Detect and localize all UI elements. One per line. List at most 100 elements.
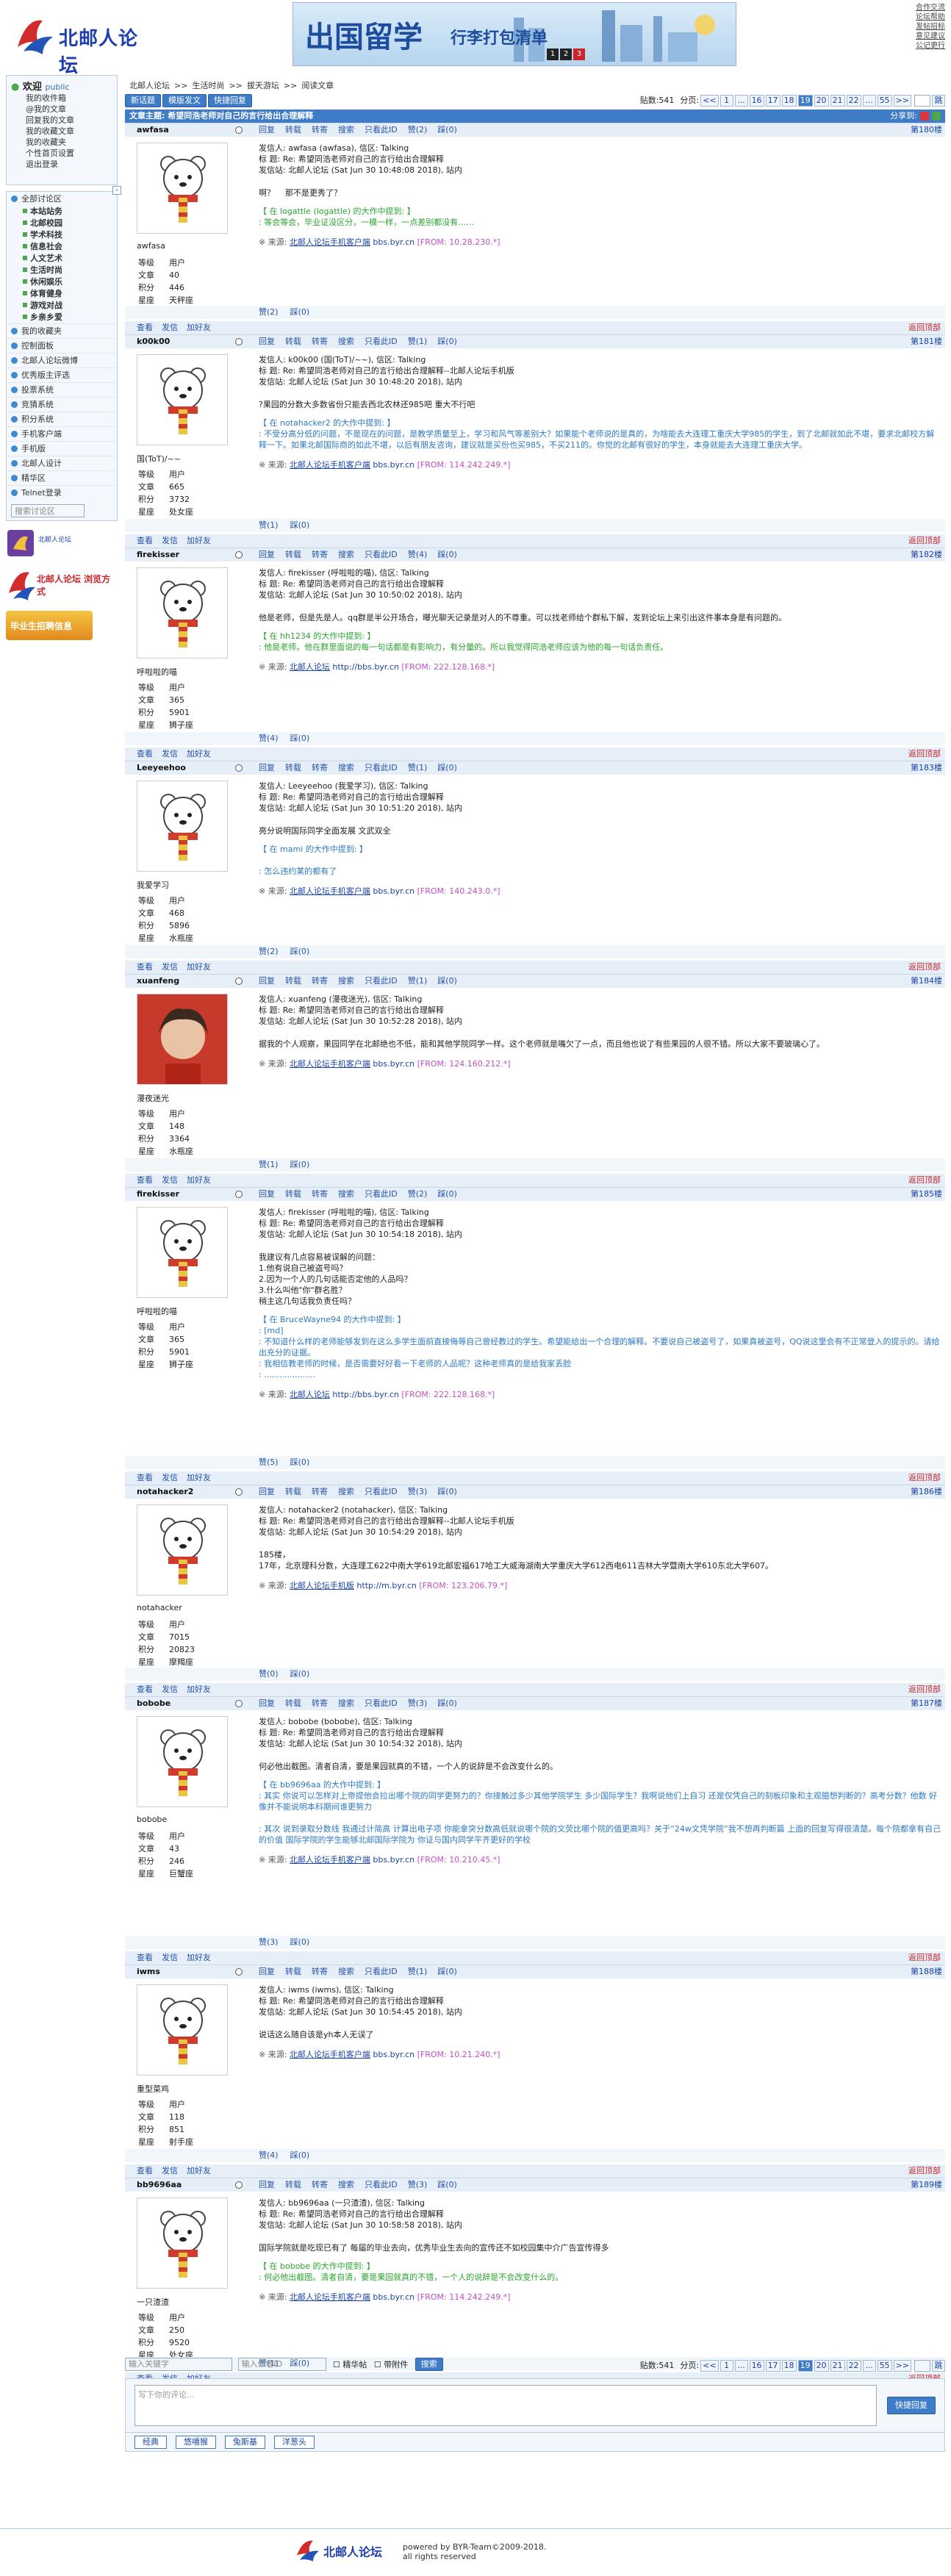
- source-app-link[interactable]: 北邮人论坛: [290, 662, 330, 672]
- board-section[interactable]: 本站站务: [7, 206, 117, 218]
- back-to-top-link[interactable]: 返回顶部: [908, 747, 941, 761]
- avatar[interactable]: [137, 994, 228, 1085]
- page-link[interactable]: 55: [877, 2360, 892, 2372]
- forward-mail-button[interactable]: 转寄: [312, 976, 328, 986]
- breadcrumb-item[interactable]: 北邮人论坛: [129, 81, 170, 90]
- board-section[interactable]: 信息社会: [7, 241, 117, 253]
- source-app-link[interactable]: 北邮人论坛: [290, 1390, 330, 1399]
- reply-button[interactable]: 回复: [259, 1487, 275, 1496]
- quick-reply-button[interactable]: 快捷回复: [208, 94, 252, 107]
- upvote-button[interactable]: 赞(2): [408, 1189, 428, 1199]
- avatar[interactable]: [137, 2198, 228, 2289]
- post-author[interactable]: xuanfeng: [137, 975, 179, 988]
- post-author[interactable]: k00k00: [137, 335, 170, 348]
- user-link[interactable]: @我的文章: [11, 104, 112, 115]
- forward-mail-button[interactable]: 转寄: [312, 1189, 328, 1199]
- forward-mail-button[interactable]: 转寄: [312, 1967, 328, 1976]
- upvote-button[interactable]: 赞(1): [408, 763, 428, 772]
- downvote-button[interactable]: 踩(0): [437, 1967, 457, 1976]
- add-friend-button[interactable]: 加好友: [187, 1953, 211, 1962]
- emoji-tab[interactable]: 洋葱头: [274, 2436, 315, 2449]
- downvote-footer-button[interactable]: 踩(0): [290, 1669, 310, 1679]
- search-author-button[interactable]: 搜索: [338, 125, 354, 134]
- downvote-button[interactable]: 踩(0): [437, 976, 457, 986]
- back-to-top-link[interactable]: 返回顶部: [908, 2164, 941, 2178]
- downvote-footer-button[interactable]: 踩(0): [290, 947, 310, 956]
- only-author-button[interactable]: 只看此ID: [365, 1967, 398, 1976]
- attachment-checkbox[interactable]: ☐ 带附件: [374, 2360, 408, 2369]
- downvote-footer-button[interactable]: 踩(0): [290, 1160, 310, 1169]
- username[interactable]: public: [45, 82, 69, 92]
- new-post-button[interactable]: 新话题: [125, 94, 161, 107]
- floor-number[interactable]: 第184楼: [911, 975, 942, 988]
- back-to-top-link[interactable]: 返回顶部: [908, 1951, 941, 1965]
- post-author[interactable]: iwms: [137, 1965, 160, 1978]
- forward-button[interactable]: 转载: [285, 976, 301, 986]
- page-link[interactable]: 17: [765, 95, 780, 107]
- upvote-footer-button[interactable]: 赞(1): [259, 1160, 279, 1169]
- board-section[interactable]: 生活时尚: [7, 265, 117, 276]
- send-reply-button[interactable]: 快捷回复: [887, 2397, 936, 2414]
- emoji-tab[interactable]: 兔斯基: [225, 2436, 265, 2449]
- only-author-button[interactable]: 只看此ID: [365, 1487, 398, 1496]
- downvote-button[interactable]: 踩(0): [437, 125, 457, 134]
- menu-item[interactable]: 优秀版主评选: [7, 367, 117, 382]
- upvote-footer-button[interactable]: 赞(1): [259, 520, 279, 530]
- view-profile-button[interactable]: 查看: [137, 1473, 153, 1482]
- page-link[interactable]: 16: [749, 2360, 764, 2372]
- avatar[interactable]: [137, 354, 228, 445]
- forward-mail-button[interactable]: 转寄: [312, 337, 328, 346]
- upvote-footer-button[interactable]: 赞(3): [259, 1937, 279, 1947]
- upvote-button[interactable]: 赞(3): [408, 1698, 428, 1708]
- menu-item[interactable]: 控制面板: [7, 338, 117, 353]
- search-author-button[interactable]: 搜索: [338, 1189, 354, 1199]
- search-author-button[interactable]: 搜索: [338, 976, 354, 986]
- reply-button[interactable]: 回复: [259, 550, 275, 559]
- page-link[interactable]: 19: [797, 2360, 813, 2372]
- banner-pager[interactable]: 123: [547, 49, 586, 60]
- user-link[interactable]: 我的收藏文章: [11, 126, 112, 137]
- page-jump-input[interactable]: [914, 95, 930, 107]
- board-section[interactable]: 休闲娱乐: [7, 276, 117, 288]
- view-profile-button[interactable]: 查看: [137, 749, 153, 758]
- search-author-button[interactable]: 搜索: [338, 1967, 354, 1976]
- add-friend-button[interactable]: 加好友: [187, 1685, 211, 1694]
- forward-button[interactable]: 转载: [285, 1698, 301, 1708]
- forward-mail-button[interactable]: 转寄: [312, 125, 328, 134]
- forward-mail-button[interactable]: 转寄: [312, 550, 328, 559]
- search-author-button[interactable]: 搜索: [338, 1487, 354, 1496]
- downvote-button[interactable]: 踩(0): [437, 2180, 457, 2189]
- author-input[interactable]: 输入作者ID: [237, 2358, 326, 2371]
- source-app-link[interactable]: 北邮人论坛手机版: [290, 1581, 354, 1590]
- post-author[interactable]: bb9696aa: [137, 2178, 182, 2192]
- back-to-top-link[interactable]: 返回顶部: [908, 321, 941, 334]
- view-profile-button[interactable]: 查看: [137, 1953, 153, 1962]
- add-friend-button[interactable]: 加好友: [187, 1175, 211, 1185]
- reply-textarea[interactable]: 写下你的评论...: [134, 2385, 877, 2426]
- downvote-footer-button[interactable]: 踩(0): [290, 1457, 310, 1467]
- downvote-button[interactable]: 踩(0): [437, 763, 457, 772]
- avatar[interactable]: [137, 143, 228, 234]
- forward-button[interactable]: 转载: [285, 1189, 301, 1199]
- page-link[interactable]: 18: [781, 2360, 797, 2372]
- other-share-icon[interactable]: [932, 112, 941, 121]
- forward-button[interactable]: 转载: [285, 1487, 301, 1496]
- page-link[interactable]: >>: [893, 2360, 911, 2372]
- only-author-button[interactable]: 只看此ID: [365, 550, 398, 559]
- search-author-button[interactable]: 搜索: [338, 337, 354, 346]
- upvote-footer-button[interactable]: 赞(2): [259, 947, 279, 956]
- page-link[interactable]: >>: [893, 95, 911, 107]
- downvote-footer-button[interactable]: 踩(0): [290, 2150, 310, 2160]
- send-message-button[interactable]: 发信: [162, 1953, 178, 1962]
- top-link[interactable]: 发帖招标: [916, 22, 945, 32]
- avatar[interactable]: [137, 1984, 228, 2075]
- board-section[interactable]: 体育健身: [7, 288, 117, 300]
- emoji-tab[interactable]: 经典: [134, 2436, 167, 2449]
- forward-mail-button[interactable]: 转寄: [312, 2180, 328, 2189]
- site-logo[interactable]: 北邮人论坛: [13, 15, 153, 77]
- floor-number[interactable]: 第187楼: [911, 1697, 942, 1710]
- avatar[interactable]: [137, 567, 228, 659]
- page-link[interactable]: 17: [765, 2360, 780, 2372]
- forward-mail-button[interactable]: 转寄: [312, 1698, 328, 1708]
- reply-button[interactable]: 回复: [259, 976, 275, 986]
